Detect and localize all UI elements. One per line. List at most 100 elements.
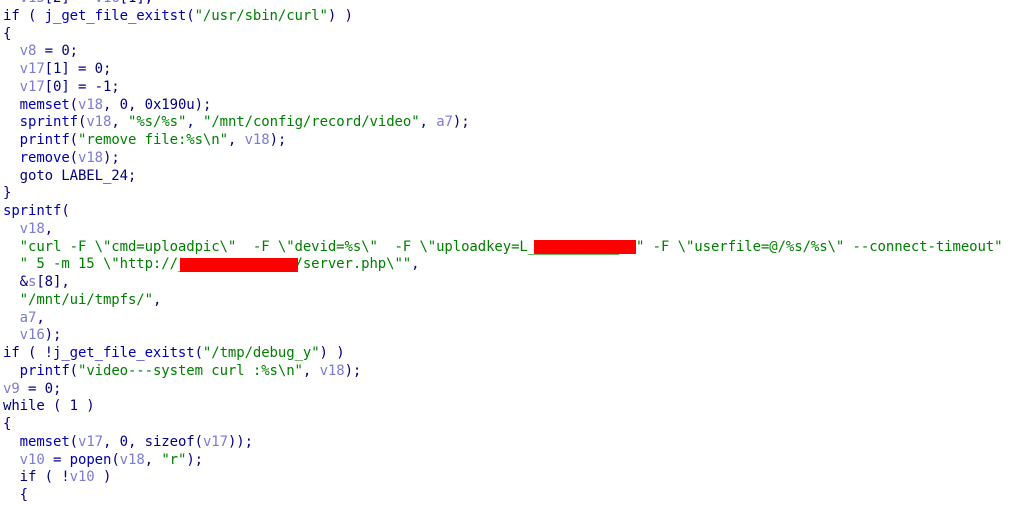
string-token: "%s/%s" bbox=[128, 114, 187, 131]
code-token: ); bbox=[344, 362, 362, 379]
code-token: { bbox=[3, 487, 28, 503]
code-token: ( bbox=[186, 7, 195, 24]
code-token: ); bbox=[186, 451, 204, 468]
variable-token: a7 bbox=[436, 114, 453, 131]
variable-token: v17 bbox=[19, 61, 45, 77]
code-token: , bbox=[227, 132, 245, 148]
code-token: = 0; bbox=[19, 380, 62, 397]
string-token: "video---system curl :%s\n" bbox=[78, 362, 303, 379]
string-token: "/usr/sbin/curl" bbox=[194, 7, 328, 24]
code-token: ( bbox=[61, 203, 70, 219]
code-token: [1] = 0; bbox=[44, 61, 112, 77]
code-token: [0] = -1; bbox=[44, 78, 120, 95]
redacted-server-host bbox=[180, 258, 298, 272]
code-token: { bbox=[3, 25, 12, 42]
code-line: printf("video---system curl :%s\n", v18)… bbox=[3, 363, 1002, 381]
code-line: "curl -F \"cmd=uploadpic\" -F \"devid=%s… bbox=[3, 239, 1003, 257]
code-token: ( bbox=[69, 96, 78, 113]
variable-token: v8 bbox=[19, 43, 37, 60]
string-token: "/tmp/debug_y" bbox=[202, 345, 320, 361]
code-line: " 5 -m 15 \"http://______________/server… bbox=[3, 256, 1002, 274]
variable-token: v15 bbox=[20, 0, 45, 6]
code-line: v10 = popen(v18, "r"); bbox=[3, 452, 1002, 470]
code-line: if ( !v10 ) bbox=[3, 469, 1002, 487]
code-token: , bbox=[302, 362, 320, 379]
code-token: [8], bbox=[36, 274, 70, 290]
code-token: , 0, sizeof( bbox=[103, 433, 203, 450]
code-token: ) ) bbox=[327, 7, 353, 24]
code-token: while ( 1 ) bbox=[3, 398, 95, 415]
code-token: [1]; bbox=[120, 0, 153, 6]
code-line: printf("remove file:%s\n", v18); bbox=[3, 132, 1002, 150]
code-line: v18, bbox=[3, 221, 1002, 239]
code-line: v15[2] = v16[1]; bbox=[3, 0, 1002, 8]
variable-token: v18 bbox=[119, 451, 145, 468]
variable-token: v18 bbox=[244, 132, 270, 148]
variable-token: v16 bbox=[19, 327, 45, 344]
code-token: ); bbox=[44, 327, 62, 344]
string-token: "r" bbox=[161, 451, 187, 468]
code-token: , bbox=[152, 291, 162, 308]
code-line: &s[8], bbox=[3, 274, 1002, 292]
function-token: j_get_file_exitst bbox=[52, 345, 195, 361]
code-line: remove(v18); bbox=[3, 150, 1002, 168]
code-line: { bbox=[3, 26, 1002, 44]
variable-token: v17 bbox=[19, 78, 45, 95]
redacted-upload-key bbox=[534, 240, 636, 254]
variable-token: v10 bbox=[19, 451, 45, 468]
variable-token: v18 bbox=[86, 114, 112, 131]
decompiled-code-view: v15[2] = v16[1];if ( j_get_file_exitst("… bbox=[3, 0, 1003, 505]
code-token: } bbox=[3, 185, 12, 202]
variable-token: v16 bbox=[95, 0, 120, 6]
code-token: , 0, 0x190u); bbox=[103, 96, 212, 113]
code-token: , bbox=[411, 256, 420, 273]
code-line: v16); bbox=[3, 327, 1002, 345]
code-line: sprintf( bbox=[3, 203, 1002, 221]
variable-token: v18 bbox=[319, 362, 345, 379]
string-token: "remove file:%s\n" bbox=[78, 132, 228, 148]
code-line: a7, bbox=[3, 310, 1002, 328]
variable-token: v18 bbox=[78, 96, 103, 113]
variable-token: v18 bbox=[78, 149, 103, 166]
code-line: v8 = 0; bbox=[3, 43, 1002, 61]
function-token: j_get_file_exitst bbox=[44, 7, 187, 24]
function-token: sprintf bbox=[3, 203, 62, 219]
code-token: { bbox=[3, 416, 12, 432]
variable-token: v17 bbox=[202, 433, 228, 450]
code-line: { bbox=[3, 416, 1002, 434]
code-token: , bbox=[186, 114, 203, 131]
code-token: goto LABEL_24; bbox=[3, 167, 137, 184]
code-token: ); bbox=[269, 132, 287, 148]
string-token: "/mnt/ui/tmpfs/" bbox=[19, 291, 153, 308]
code-token: if ( ! bbox=[3, 469, 70, 486]
code-line: "/mnt/ui/tmpfs/", bbox=[3, 292, 1002, 310]
function-token: remove bbox=[19, 149, 70, 166]
code-line: { bbox=[3, 487, 1002, 505]
function-token: printf bbox=[19, 362, 70, 379]
code-token: ( bbox=[69, 132, 78, 148]
code-line: while ( 1 ) bbox=[3, 398, 1002, 416]
function-token: memset bbox=[19, 96, 70, 113]
code-token: ( bbox=[69, 362, 78, 379]
code-token: = 0; bbox=[36, 43, 78, 60]
variable-token: a7 bbox=[19, 309, 37, 326]
code-line: sprintf(v18, "%s/%s", "/mnt/config/recor… bbox=[3, 114, 1002, 132]
function-token: printf bbox=[19, 132, 70, 148]
code-line: if ( j_get_file_exitst("/usr/sbin/curl")… bbox=[3, 8, 1002, 26]
code-line: goto LABEL_24; bbox=[3, 168, 1002, 186]
function-token: sprintf bbox=[19, 114, 78, 131]
